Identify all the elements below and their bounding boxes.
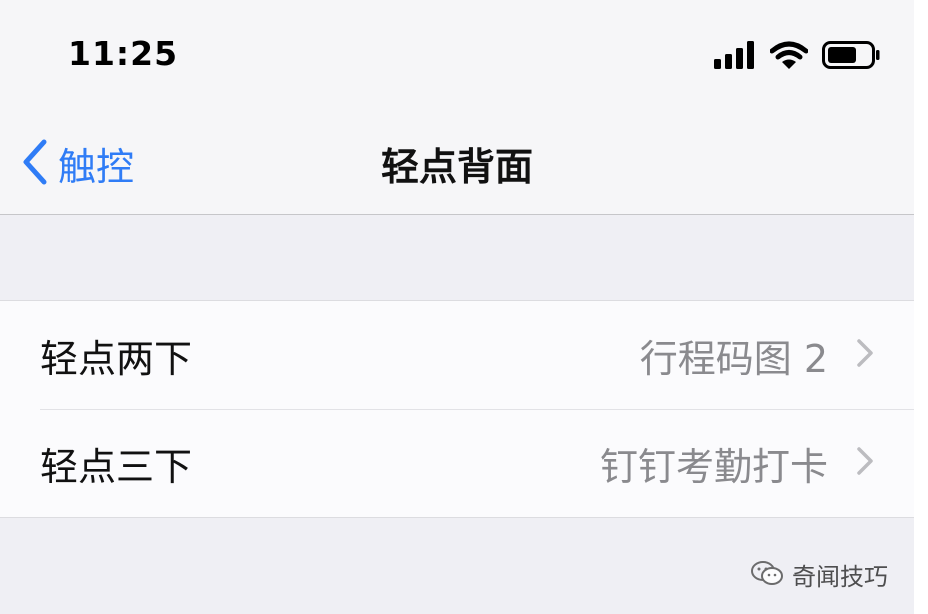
status-icons (714, 40, 880, 70)
battery-icon (822, 41, 880, 69)
settings-group: 轻点两下 行程码图 2 轻点三下 钉钉考勤打卡 (0, 300, 914, 518)
chevron-right-icon (856, 446, 874, 480)
watermark: 奇闻技巧 (750, 557, 888, 592)
page-title: 轻点背面 (380, 145, 533, 189)
watermark-text: 奇闻技巧 (792, 563, 888, 591)
status-time: 11:25 (68, 34, 179, 73)
wechat-logo-icon (750, 559, 784, 591)
row-label: 轻点两下 (40, 336, 193, 381)
screen-edge (914, 0, 928, 614)
wifi-icon (770, 40, 808, 70)
row-value: 行程码图 2 (639, 336, 828, 381)
settings-screen: 11:25 触控 轻点背面 轻点两下 行程码图 2 轻点三下 钉钉考勤打卡 奇闻… (0, 0, 914, 614)
row-label: 轻点三下 (40, 444, 193, 489)
chevron-right-icon (856, 338, 874, 372)
row-triple-tap[interactable]: 轻点三下 钉钉考勤打卡 (0, 409, 914, 517)
signal-icon (714, 41, 756, 69)
row-value: 钉钉考勤打卡 (599, 444, 828, 489)
row-double-tap[interactable]: 轻点两下 行程码图 2 (0, 301, 914, 409)
header-area: 11:25 触控 轻点背面 (0, 0, 914, 215)
